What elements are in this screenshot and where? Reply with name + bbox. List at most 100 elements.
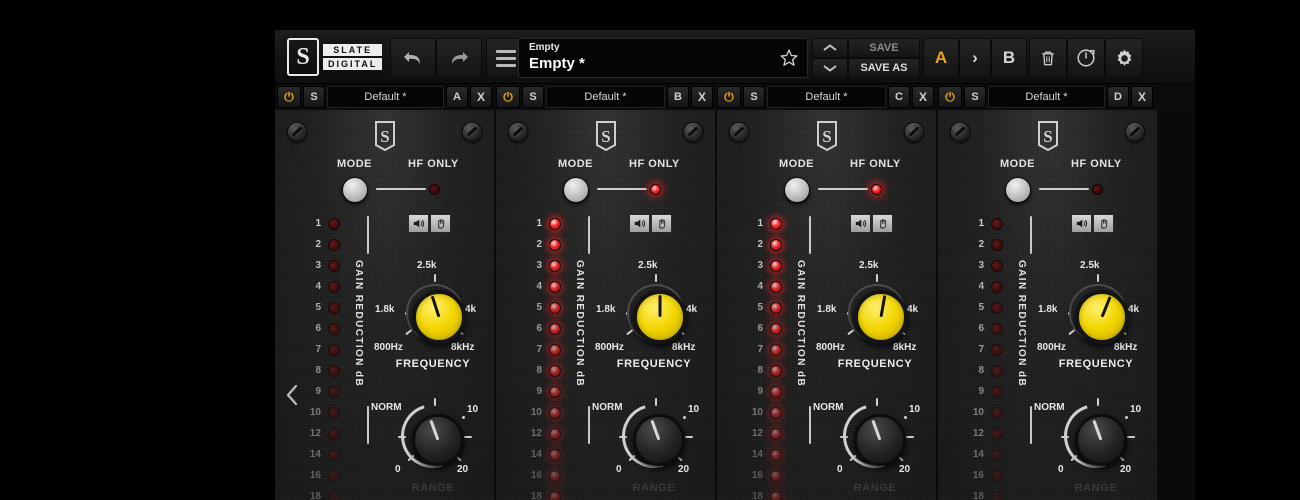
- strip-power-button-a[interactable]: ⏻: [277, 86, 301, 108]
- ab-a-button[interactable]: A: [923, 38, 959, 78]
- freq-tick-8k: 8kHz: [672, 342, 696, 353]
- meter-led: [549, 470, 561, 482]
- ab-b-label: B: [1002, 48, 1016, 67]
- strip-preset-field-b[interactable]: Default *: [546, 86, 665, 108]
- meter-scale-label: 9: [757, 386, 763, 397]
- range-tick-mark: [434, 398, 436, 406]
- meter-led: [991, 386, 1003, 398]
- range-knob-a[interactable]: [412, 414, 464, 466]
- audition-button-a[interactable]: [408, 214, 429, 233]
- meter-row: 8: [502, 361, 572, 382]
- meter-scale-label: 3: [536, 260, 542, 271]
- bypass-button[interactable]: [1067, 38, 1105, 78]
- meter-scale-label: 18: [751, 491, 763, 500]
- grab-button-a[interactable]: [430, 214, 451, 233]
- delete-preset-button[interactable]: [1029, 38, 1067, 78]
- preset-prev-button[interactable]: [812, 38, 848, 58]
- strip-preset-field-d[interactable]: Default *: [988, 86, 1105, 108]
- screw-icon: [508, 122, 528, 142]
- range-knob-b[interactable]: [633, 414, 685, 466]
- range-tick-mark: [619, 436, 627, 438]
- settings-button[interactable]: [1105, 38, 1143, 78]
- meter-scale-label: 8: [315, 365, 321, 376]
- range-knob-d[interactable]: [1075, 414, 1127, 466]
- mode-knob-d[interactable]: [1005, 177, 1031, 203]
- meter-row: 18: [723, 487, 793, 500]
- strip-solo-button-b[interactable]: S: [522, 86, 544, 108]
- range-tick-mark: [464, 436, 472, 438]
- meter-scale-label: 16: [309, 470, 321, 481]
- strip-letter-a[interactable]: A: [446, 86, 468, 108]
- strip-power-button-c[interactable]: ⏻: [717, 86, 741, 108]
- strip-preset-field-a[interactable]: Default *: [327, 86, 444, 108]
- strip-preset-field-c[interactable]: Default *: [767, 86, 886, 108]
- frequency-knob-c[interactable]: [854, 290, 908, 344]
- strip-close-button-b[interactable]: X: [691, 86, 713, 108]
- audition-button-b[interactable]: [629, 214, 650, 233]
- meter-row: 14: [502, 445, 572, 466]
- slate-s-glyph: S: [296, 44, 310, 70]
- audition-button-d[interactable]: [1071, 214, 1092, 233]
- knob-pointer: [871, 419, 882, 441]
- redo-button[interactable]: [436, 38, 482, 78]
- mode-knob-b[interactable]: [563, 177, 589, 203]
- meter-led: [991, 281, 1003, 293]
- meter-scale-label: 10: [751, 407, 763, 418]
- collapse-panel-button[interactable]: [282, 382, 302, 408]
- grab-button-c[interactable]: [872, 214, 893, 233]
- strip-letter-c[interactable]: C: [888, 86, 910, 108]
- meter-scale-label: 6: [536, 323, 542, 334]
- meter-row: 12: [723, 424, 793, 445]
- preset-next-button[interactable]: [812, 58, 848, 78]
- grab-button-b[interactable]: [651, 214, 672, 233]
- strip-power-button-b[interactable]: ⏻: [496, 86, 520, 108]
- frequency-knob-b[interactable]: [633, 290, 687, 344]
- mode-knob-a[interactable]: [342, 177, 368, 203]
- freq-tick-2500: 2.5k: [638, 260, 658, 271]
- screw-icon: [1125, 122, 1145, 142]
- preset-field[interactable]: Empty Empty *: [518, 38, 808, 78]
- strip-solo-button-c[interactable]: S: [743, 86, 765, 108]
- range-control-b: NORM 10 0 20 RANGE: [592, 386, 704, 496]
- meter-row: 14: [281, 445, 351, 466]
- range-control-c: NORM 10 0 20 RANGE: [813, 386, 925, 496]
- meter-led: [770, 302, 782, 314]
- strip-solo-button-d[interactable]: S: [964, 86, 986, 108]
- strip-close-button-c[interactable]: X: [912, 86, 934, 108]
- frequency-control-c: 1.8k 2.5k 4k 800Hz 8kHz FREQUENCY: [816, 260, 925, 372]
- mode-knob-c[interactable]: [784, 177, 810, 203]
- range-knob-c[interactable]: [854, 414, 906, 466]
- save-button[interactable]: SAVE: [848, 38, 920, 58]
- meter-row: 6: [944, 319, 1014, 340]
- freq-tick-4k: 4k: [465, 304, 477, 315]
- strip-letter-d[interactable]: D: [1107, 86, 1129, 108]
- meter-row: 6: [502, 319, 572, 340]
- strip-solo-button-a[interactable]: S: [303, 86, 325, 108]
- range-control-a: NORM 10 0 20 RANGE: [371, 386, 483, 496]
- undo-button[interactable]: [390, 38, 436, 78]
- meter-row: 6: [723, 319, 793, 340]
- ab-copy-button[interactable]: ›: [959, 38, 991, 78]
- meter-led: [991, 239, 1003, 251]
- frequency-knob-d[interactable]: [1075, 290, 1129, 344]
- strip-power-button-d[interactable]: ⏻: [938, 86, 962, 108]
- svg-text:S: S: [601, 127, 610, 146]
- strip-close-button-d[interactable]: X: [1131, 86, 1153, 108]
- top-toolbar: S SLATE DIGITAL Empty Empty * SAVE SAVE …: [275, 30, 1195, 84]
- meter-led: [770, 281, 782, 293]
- mode-indicator-line: [1039, 188, 1089, 190]
- strip-letter-b[interactable]: B: [667, 86, 689, 108]
- save-as-button[interactable]: SAVE AS: [848, 58, 920, 78]
- strip-close-button-a[interactable]: X: [470, 86, 492, 108]
- meter-scale-label: 7: [536, 344, 542, 355]
- meter-led: [549, 491, 561, 500]
- grab-button-d[interactable]: [1093, 214, 1114, 233]
- freq-tick-8k: 8kHz: [1114, 342, 1138, 353]
- knob-pointer: [650, 419, 661, 441]
- frequency-knob-a[interactable]: [412, 290, 466, 344]
- star-icon[interactable]: [779, 48, 799, 68]
- meter-row: 7: [281, 340, 351, 361]
- range-tick-20: 20: [899, 464, 911, 475]
- audition-button-c[interactable]: [850, 214, 871, 233]
- ab-b-button[interactable]: B: [991, 38, 1027, 78]
